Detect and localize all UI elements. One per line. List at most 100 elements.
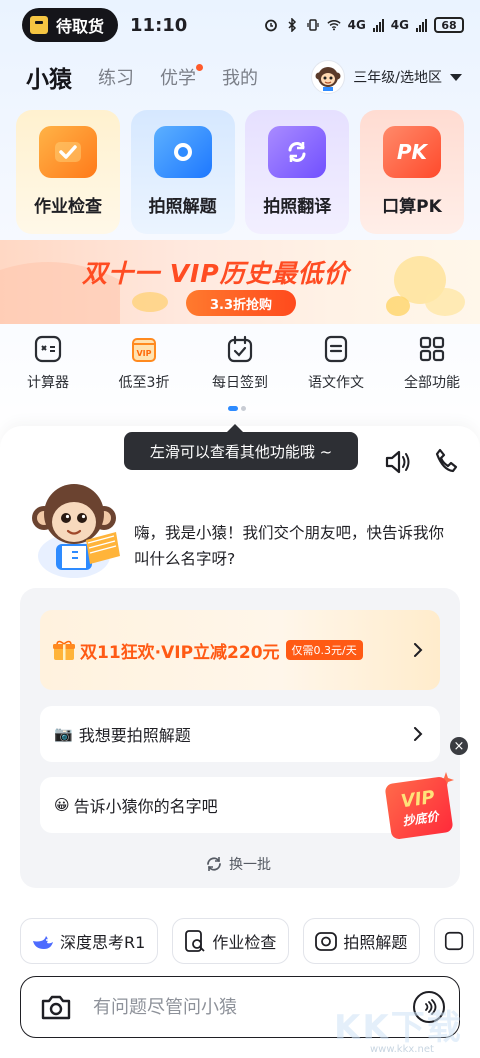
func-label: 计算器 bbox=[27, 375, 69, 391]
camera-lens-icon bbox=[153, 126, 212, 178]
refresh-icon bbox=[207, 857, 221, 871]
vip-promo-row[interactable]: 双11狂欢·VIP立减220元 仅需0.3元/天 bbox=[40, 610, 440, 690]
chevron-right-icon bbox=[414, 643, 423, 657]
grade-label: 三年级/选地区 bbox=[353, 70, 442, 86]
chip-label: 作业检查 bbox=[212, 933, 277, 952]
status-bar: 待取货 11:10 4G 4G 68 bbox=[0, 0, 480, 50]
camera-icon[interactable] bbox=[39, 992, 73, 1022]
avatar[interactable] bbox=[311, 60, 346, 94]
checkmark-icon bbox=[39, 126, 97, 178]
tab-mine[interactable]: 我的 bbox=[222, 64, 258, 90]
tab-youxue[interactable]: 优学 bbox=[160, 64, 203, 90]
func-vip-discount[interactable]: VIP 低至3折 bbox=[96, 334, 192, 392]
tool-label: 拍照翻译 bbox=[263, 197, 332, 217]
main-tools: 作业检查 拍照解题 拍照翻译 PK 口算PK bbox=[16, 110, 464, 234]
func-label: 全部功能 bbox=[404, 375, 460, 391]
monkey-avatar-icon bbox=[315, 67, 341, 91]
tool-label: 拍照解题 bbox=[148, 197, 217, 217]
vip-promo-text: 双11狂欢·VIP立减220元 bbox=[80, 642, 280, 663]
watermark-text: KK下载 bbox=[334, 1008, 463, 1048]
partial-chip-icon bbox=[445, 931, 464, 951]
chip-photo-solve[interactable]: 拍照解题 bbox=[303, 918, 421, 964]
function-row: 计算器 VIP 低至3折 每日签到 语文作文 全部功能 bbox=[0, 334, 480, 392]
suggestion-text: 告诉小猿你的名字吧 bbox=[73, 797, 218, 816]
tool-homework-check[interactable]: 作业检查 bbox=[16, 110, 120, 234]
close-icon[interactable]: × bbox=[450, 737, 468, 755]
func-label: 每日签到 bbox=[212, 375, 268, 391]
vip-sticker[interactable]: VIP 抄底价 bbox=[380, 772, 456, 844]
tool-label: 作业检查 bbox=[34, 197, 102, 217]
refresh-button[interactable]: 换一批 bbox=[205, 854, 271, 874]
tab-youxue-label: 优学 bbox=[160, 68, 196, 89]
signal-2-icon bbox=[416, 18, 427, 32]
watermark: KK下载 www.kkx.net bbox=[334, 1000, 474, 1056]
network-2: 4G bbox=[390, 18, 409, 32]
vibrate-icon bbox=[306, 19, 319, 31]
translate-refresh-icon bbox=[268, 126, 327, 178]
speaker-icon[interactable] bbox=[384, 449, 412, 475]
sticker-line-2: 抄底价 bbox=[401, 809, 440, 829]
tab-practice[interactable]: 练习 bbox=[98, 64, 134, 90]
signal-1-icon bbox=[372, 18, 384, 32]
mascot-monkey-icon bbox=[32, 484, 120, 578]
doc-search-icon bbox=[185, 930, 205, 952]
vip-card-icon: VIP bbox=[132, 338, 156, 362]
vip-sticker-card: VIP 抄底价 bbox=[384, 775, 454, 841]
chevron-right-icon bbox=[414, 727, 423, 741]
func-label: 语文作文 bbox=[308, 375, 364, 391]
chevron-down-icon bbox=[450, 73, 462, 81]
banner-title: 双十一 VIP历史最低价 bbox=[82, 259, 350, 288]
chip-homework-check[interactable]: 作业检查 bbox=[172, 918, 290, 964]
greeting-message: 嗨，我是小猿！我们交个朋友吧，快告诉我你叫什么名字呀? bbox=[134, 524, 445, 568]
wifi-icon bbox=[326, 20, 341, 31]
tool-photo-translate[interactable]: 拍照翻译 bbox=[245, 110, 350, 234]
func-calculator[interactable]: 计算器 bbox=[0, 334, 96, 392]
func-composition[interactable]: 语文作文 bbox=[288, 334, 384, 392]
chip-deep-think[interactable]: 深度思考R1 bbox=[20, 918, 159, 964]
camera-emoji-icon: 📷 bbox=[54, 725, 73, 743]
header: 小猿 练习 优学 我的 三年级/选地区 bbox=[26, 58, 462, 96]
calendar-check-icon bbox=[227, 335, 253, 363]
composition-icon bbox=[324, 335, 348, 363]
suggestion-photo-solve[interactable]: 📷 我想要拍照解题 bbox=[40, 706, 440, 762]
smile-emoji-icon: 😀 bbox=[54, 796, 70, 814]
quick-chips: 深度思考R1 作业检查 拍照解题 bbox=[20, 918, 480, 964]
battery-indicator: 68 bbox=[434, 17, 464, 33]
func-daily-checkin[interactable]: 每日签到 bbox=[192, 334, 288, 392]
watermark-url: www.kkx.net bbox=[370, 1044, 434, 1055]
pickup-notification-pill[interactable]: 待取货 bbox=[22, 8, 119, 42]
tool-photo-solve[interactable]: 拍照解题 bbox=[130, 110, 235, 234]
tab-xiaoyuan[interactable]: 小猿 bbox=[26, 60, 72, 94]
page-indicator bbox=[228, 406, 246, 411]
status-time: 11:10 bbox=[130, 14, 188, 36]
gift-icon bbox=[53, 640, 75, 660]
grade-selector[interactable]: 三年级/选地区 bbox=[311, 60, 462, 94]
chip-label: 拍照解题 bbox=[343, 933, 408, 952]
chip-more[interactable] bbox=[434, 918, 475, 964]
grid-icon bbox=[419, 336, 445, 362]
banner-cta-button[interactable]: 3.3折抢购 bbox=[186, 290, 296, 316]
notification-dot bbox=[196, 64, 203, 71]
status-icons: 4G 4G 68 bbox=[264, 17, 464, 33]
phone-icon[interactable] bbox=[434, 448, 458, 474]
pk-icon: PK bbox=[382, 126, 441, 178]
alarm-icon bbox=[264, 19, 277, 32]
suggestion-text: 我想要拍照解题 bbox=[78, 726, 191, 745]
tool-label: 口算PK bbox=[382, 197, 442, 217]
package-icon bbox=[30, 16, 48, 34]
bluetooth-icon bbox=[288, 18, 296, 32]
chip-label: 深度思考R1 bbox=[60, 933, 146, 952]
tool-arithmetic-pk[interactable]: PK 口算PK bbox=[359, 110, 464, 234]
camera-icon bbox=[315, 932, 338, 951]
calculator-icon bbox=[34, 335, 62, 363]
swipe-hint-tooltip: 左滑可以查看其他功能哦 ~ bbox=[124, 424, 358, 470]
func-all-functions[interactable]: 全部功能 bbox=[384, 334, 480, 392]
network-1: 4G bbox=[347, 18, 366, 32]
pickup-label: 待取货 bbox=[56, 17, 105, 36]
refresh-label: 换一批 bbox=[229, 857, 271, 873]
deepseek-whale-icon bbox=[33, 936, 53, 949]
vip-price-tag: 仅需0.3元/天 bbox=[285, 640, 363, 660]
svg-text:VIP: VIP bbox=[136, 349, 151, 358]
promo-banner[interactable]: 双十一 VIP历史最低价 3.3折抢购 bbox=[0, 240, 480, 324]
func-label: 低至3折 bbox=[118, 375, 170, 391]
